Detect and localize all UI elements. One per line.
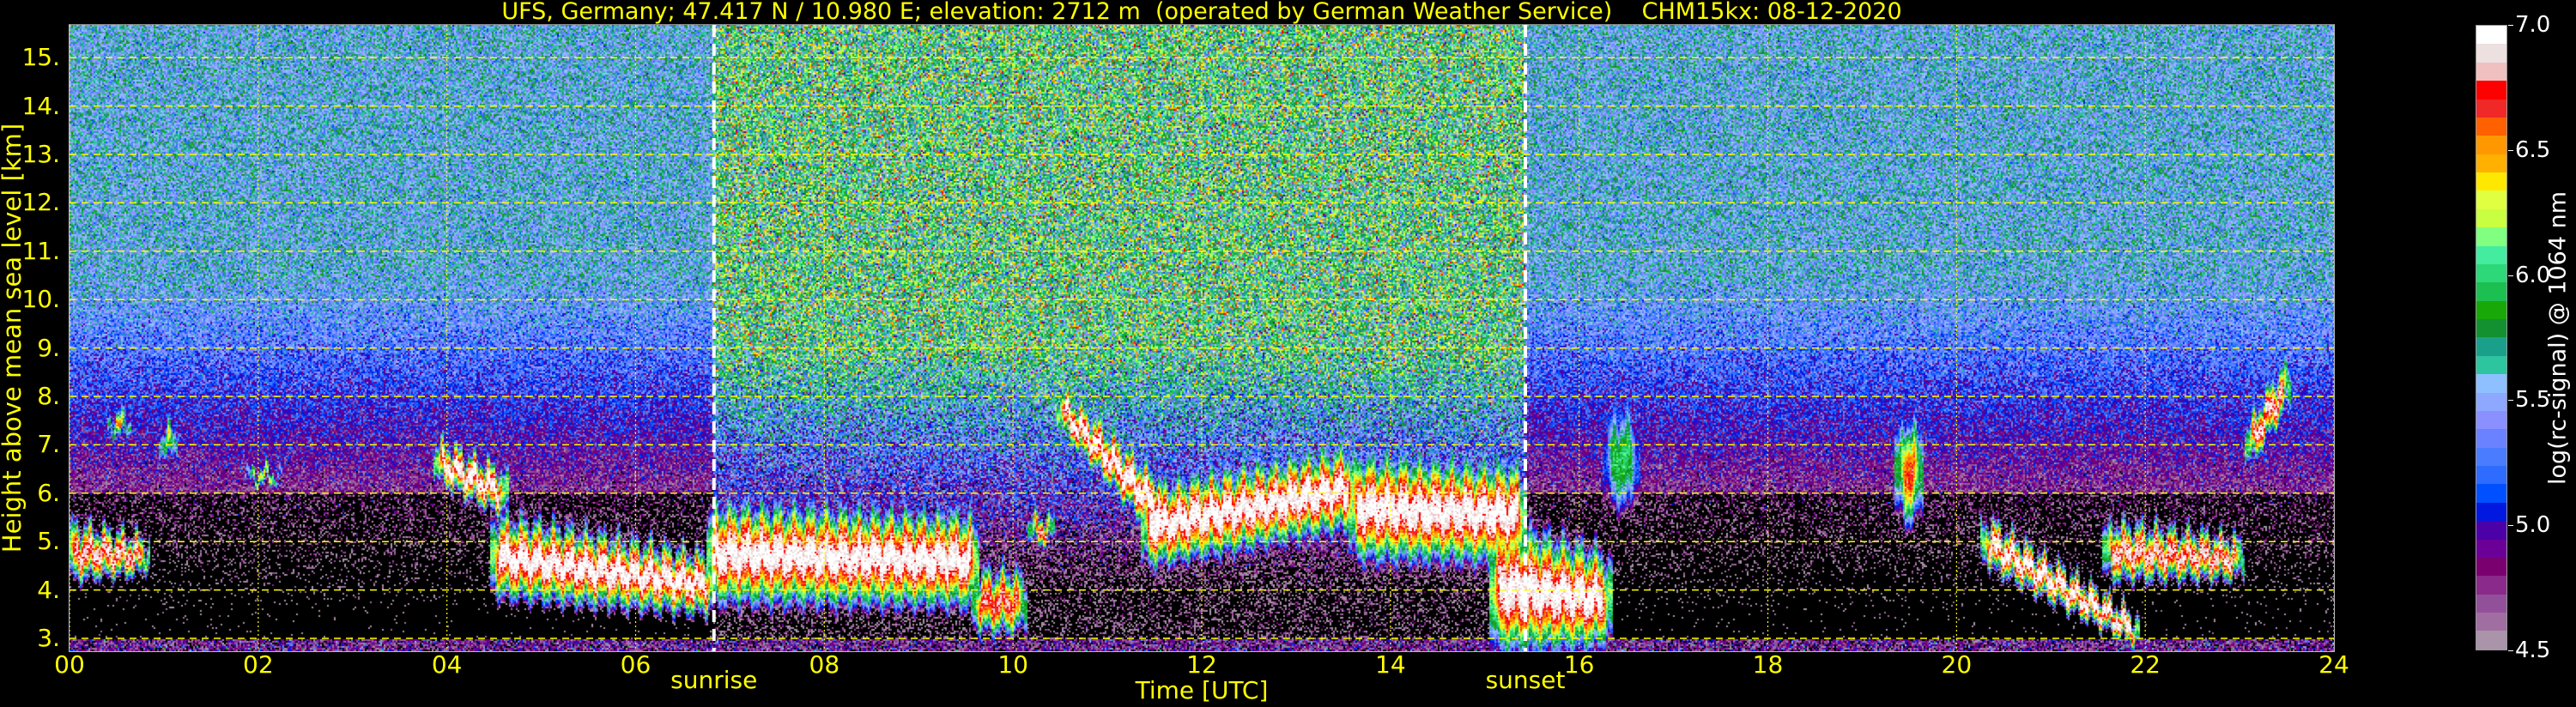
y-tick-label: 14. [21, 91, 60, 120]
colorbar-band [2476, 557, 2506, 577]
colorbar-tick-label: 5.0 [2515, 512, 2551, 539]
x-tick-label: 24 [2318, 650, 2349, 679]
colorbar-band [2476, 227, 2506, 246]
colorbar-tick [2508, 275, 2513, 276]
colorbar-tick [2508, 400, 2513, 402]
colorbar [2476, 25, 2507, 650]
y-axis-title: Height above mean sea level [km] [0, 123, 27, 553]
plot-area [69, 25, 2335, 651]
x-tick-label: 22 [2130, 650, 2161, 679]
colorbar-band [2476, 484, 2506, 503]
colorbar-band [2476, 136, 2506, 154]
x-tick-label: 10 [997, 650, 1028, 679]
colorbar-title: log(rc-signal) @ 1064 nm [2544, 190, 2572, 486]
x-tick-label: 04 [431, 650, 463, 679]
colorbar-band [2476, 282, 2506, 301]
x-tick-label: 06 [620, 650, 652, 679]
x-tick-label: 08 [809, 650, 840, 679]
colorbar-band [2476, 594, 2506, 613]
colorbar-band [2476, 44, 2506, 63]
chart-title: UFS, Germany; 47.417 N / 10.980 E; eleva… [501, 0, 1902, 25]
colorbar-band [2476, 263, 2506, 283]
sunrise-label: sunrise [670, 666, 758, 694]
colorbar-band [2476, 208, 2506, 228]
colorbar-band [2476, 502, 2506, 522]
colorbar-tick [2508, 525, 2513, 527]
colorbar-band [2476, 154, 2506, 172]
x-axis-title: Time [UTC] [1135, 676, 1269, 704]
y-tick-label: 4. [37, 575, 60, 604]
x-tick-label: 14 [1375, 650, 1406, 679]
colorbar-band [2476, 539, 2506, 558]
colorbar-band [2476, 81, 2506, 100]
colorbar-band [2476, 447, 2506, 466]
colorbar-tick [2508, 650, 2513, 651]
x-tick-label: 02 [243, 650, 274, 679]
x-tick-label: 16 [1563, 650, 1595, 679]
colorbar-tick [2508, 25, 2513, 26]
colorbar-band [2476, 355, 2506, 375]
grid-overlay [69, 25, 2335, 651]
colorbar-band [2476, 613, 2506, 631]
y-tick-label: 15. [21, 43, 60, 72]
x-tick-label: 18 [1752, 650, 1784, 679]
colorbar-tick-label: 7.0 [2515, 12, 2551, 38]
x-tick-label: 20 [1941, 650, 1973, 679]
colorbar-band [2476, 392, 2506, 411]
colorbar-band [2476, 245, 2506, 264]
x-tick-label: 00 [54, 650, 85, 679]
colorbar-band [2476, 319, 2506, 338]
colorbar-band [2476, 576, 2506, 595]
colorbar-band [2476, 337, 2506, 356]
colorbar-band [2476, 190, 2506, 209]
colorbar-tick [2508, 149, 2513, 151]
colorbar-band [2476, 62, 2506, 82]
colorbar-band [2476, 429, 2506, 448]
x-tick-label: 12 [1186, 650, 1217, 679]
colorbar-tick-label: 4.5 [2515, 638, 2551, 663]
colorbar-band [2476, 117, 2506, 136]
colorbar-band [2476, 631, 2506, 650]
y-tick-label: 3. [37, 624, 60, 652]
colorbar-band [2476, 99, 2506, 118]
sunset-label: sunset [1485, 666, 1566, 694]
colorbar-band [2476, 410, 2506, 430]
colorbar-band [2476, 172, 2506, 191]
colorbar-tick-label: 6.5 [2515, 136, 2551, 163]
colorbar-band [2476, 300, 2506, 319]
colorbar-band [2476, 521, 2506, 540]
colorbar-band [2476, 374, 2506, 393]
colorbar-band [2476, 466, 2506, 485]
colorbar-band [2476, 26, 2506, 45]
